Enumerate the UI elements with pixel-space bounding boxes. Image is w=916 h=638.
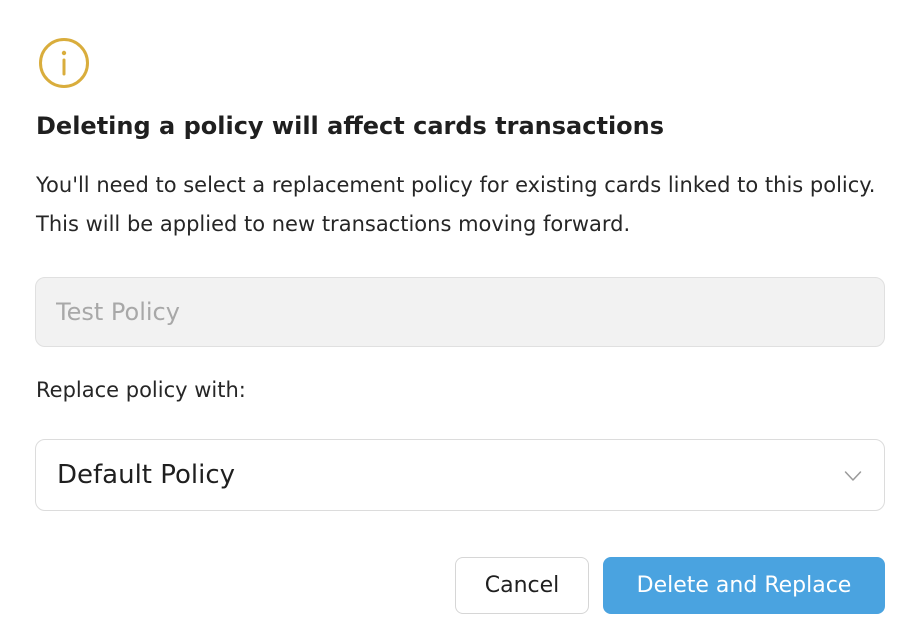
- delete-and-replace-button[interactable]: Delete and Replace: [603, 557, 885, 614]
- cancel-button[interactable]: Cancel: [455, 557, 589, 614]
- dialog-description: You'll need to select a replacement poli…: [36, 173, 876, 236]
- delete-policy-dialog: Deleting a policy will affect cards tran…: [0, 0, 916, 638]
- current-policy-field: [35, 277, 885, 347]
- replacement-policy-select[interactable]: Default Policy: [35, 439, 885, 511]
- selected-policy-value: Default Policy: [57, 460, 236, 490]
- dialog-title: Deleting a policy will affect cards tran…: [36, 112, 665, 140]
- replace-policy-label: Replace policy with:: [36, 378, 246, 402]
- chevron-down-icon: [844, 467, 862, 481]
- info-icon: [38, 37, 90, 89]
